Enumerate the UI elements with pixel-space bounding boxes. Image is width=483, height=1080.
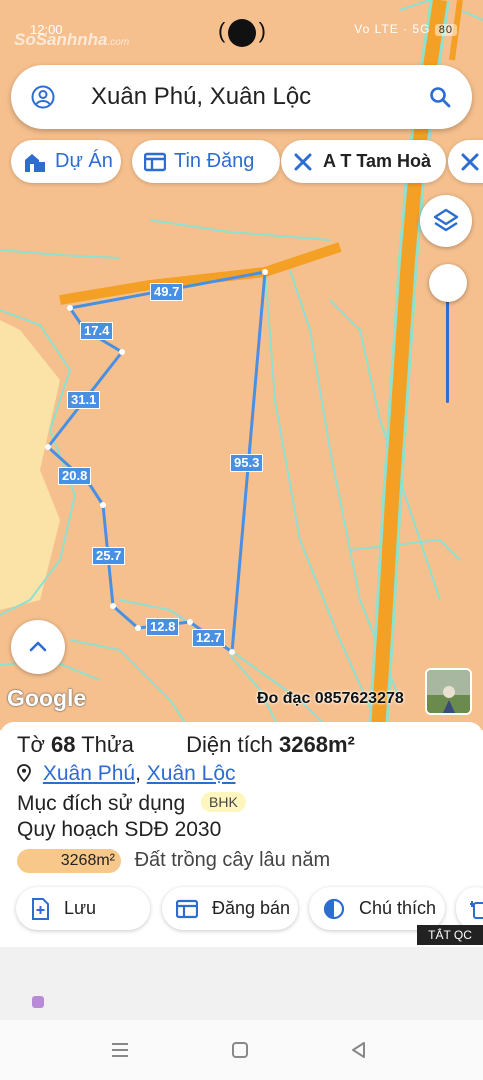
building-icon xyxy=(25,153,45,172)
screen-record-indicator: ( ) xyxy=(218,18,266,47)
survey-contact: Đo đạc 0857623278 xyxy=(257,690,404,707)
action-buttons: Lưu Đăng bán Chú thích xyxy=(16,887,483,931)
ad-close-badge[interactable]: TẮT QC xyxy=(417,925,483,945)
search-icon[interactable] xyxy=(428,85,452,109)
layers-button[interactable] xyxy=(420,195,472,247)
watermark-logo: SoSanhnha.com xyxy=(14,30,129,50)
post-sale-button[interactable]: Đăng bán xyxy=(162,887,298,930)
chip-label: A T Tam Hoà xyxy=(323,151,432,171)
listing-icon xyxy=(176,899,198,918)
location-separator: , xyxy=(135,762,141,785)
battery-icon: 80 xyxy=(434,24,457,36)
segment-label: 20.8 xyxy=(58,467,92,485)
sheet-label: Tờ xyxy=(17,732,45,757)
parcel-label: Thửa xyxy=(81,732,134,757)
logo-text: SoSanhnha xyxy=(14,30,108,49)
opacity-slider-handle[interactable] xyxy=(429,264,467,302)
ad-icon xyxy=(32,996,44,1008)
parcel-title: Tờ 68 Thửa Diện tích 3268m² xyxy=(17,732,355,758)
district-link[interactable]: Xuân Lộc xyxy=(147,762,236,785)
network-status: Vo LTE · 5G xyxy=(354,22,431,36)
chip-du-an[interactable]: Dự Án xyxy=(11,140,121,183)
google-logo: Google xyxy=(7,685,87,711)
back-icon[interactable] xyxy=(349,1040,369,1060)
opacity-slider-track[interactable] xyxy=(446,295,449,403)
add-photo-icon xyxy=(470,900,483,919)
purpose-code-badge: BHK xyxy=(201,792,246,812)
home-icon[interactable] xyxy=(230,1040,250,1060)
listing-icon xyxy=(144,152,166,171)
segment-label: 25.7 xyxy=(92,547,126,565)
tools-icon xyxy=(461,153,479,170)
segment-label: 49.7 xyxy=(150,283,184,301)
chip-a-t-tam-hoa[interactable]: A T Tam Hoà xyxy=(281,140,446,183)
save-button[interactable]: Lưu xyxy=(16,887,150,930)
layers-icon xyxy=(433,208,459,232)
plan-area-row: 3268m² Đất trồng cây lâu năm xyxy=(17,849,330,873)
plan-label: Quy hoạch SDĐ 2030 xyxy=(17,818,222,841)
chip-label: Dự Án xyxy=(55,150,113,172)
more-action-button[interactable] xyxy=(456,887,483,930)
segment-label: 12.8 xyxy=(146,618,180,636)
purpose-row: Mục đích sử dụng BHK xyxy=(17,792,246,816)
plan-area-pill: 3268m² xyxy=(17,849,121,873)
plan-type: Đất trồng cây lâu năm xyxy=(134,849,331,871)
status-indicators: Vo LTE · 5G 80 xyxy=(354,22,457,36)
system-nav-bar xyxy=(0,1020,483,1080)
filter-chips: Dự Án Tin Đăng A T Tam Hoà xyxy=(11,140,483,184)
search-input[interactable]: Xuân Phú, Xuân Lộc xyxy=(91,83,311,111)
chip-label: Tin Đăng xyxy=(174,150,255,172)
tools-icon xyxy=(294,153,312,170)
chip-more[interactable] xyxy=(448,140,483,183)
chevron-up-icon xyxy=(29,641,47,652)
sheet-number: 68 xyxy=(51,732,76,757)
purpose-label: Mục đích sử dụng xyxy=(17,792,186,815)
parcel-info-panel: Tờ 68 Thửa Diện tích 3268m² Xuân Phú, Xu… xyxy=(0,722,483,947)
segment-label: 31.1 xyxy=(67,391,101,409)
legend-button[interactable]: Chú thích xyxy=(309,887,445,930)
segment-label: 17.4 xyxy=(80,322,114,340)
area-value: 3268m² xyxy=(279,732,355,757)
ward-link[interactable]: Xuân Phú xyxy=(43,762,135,785)
bookmark-add-icon xyxy=(32,897,49,920)
segment-label: 95.3 xyxy=(230,454,264,472)
account-icon[interactable] xyxy=(31,85,55,109)
area-label: Diện tích xyxy=(186,732,273,757)
map-view[interactable]: 49.7 17.4 31.1 20.8 25.7 12.8 12.7 95.3 … xyxy=(0,0,483,730)
ad-area xyxy=(0,947,483,1020)
street-view-thumbnail[interactable] xyxy=(425,668,472,715)
photo-icon xyxy=(427,670,470,713)
collapse-button[interactable] xyxy=(11,620,65,674)
location-row: Xuân Phú, Xuân Lộc xyxy=(17,762,236,786)
post-sale-label: Đăng bán xyxy=(212,898,291,918)
search-bar[interactable]: Xuân Phú, Xuân Lộc xyxy=(11,65,472,129)
legend-label: Chú thích xyxy=(359,898,437,918)
contrast-icon xyxy=(323,898,345,919)
segment-label: 12.7 xyxy=(192,629,226,647)
menu-icon[interactable] xyxy=(110,1040,130,1060)
logo-suffix: .com xyxy=(107,37,130,48)
save-label: Lưu xyxy=(64,898,97,918)
chip-tin-dang[interactable]: Tin Đăng xyxy=(132,140,280,183)
location-pin-icon xyxy=(17,764,31,782)
